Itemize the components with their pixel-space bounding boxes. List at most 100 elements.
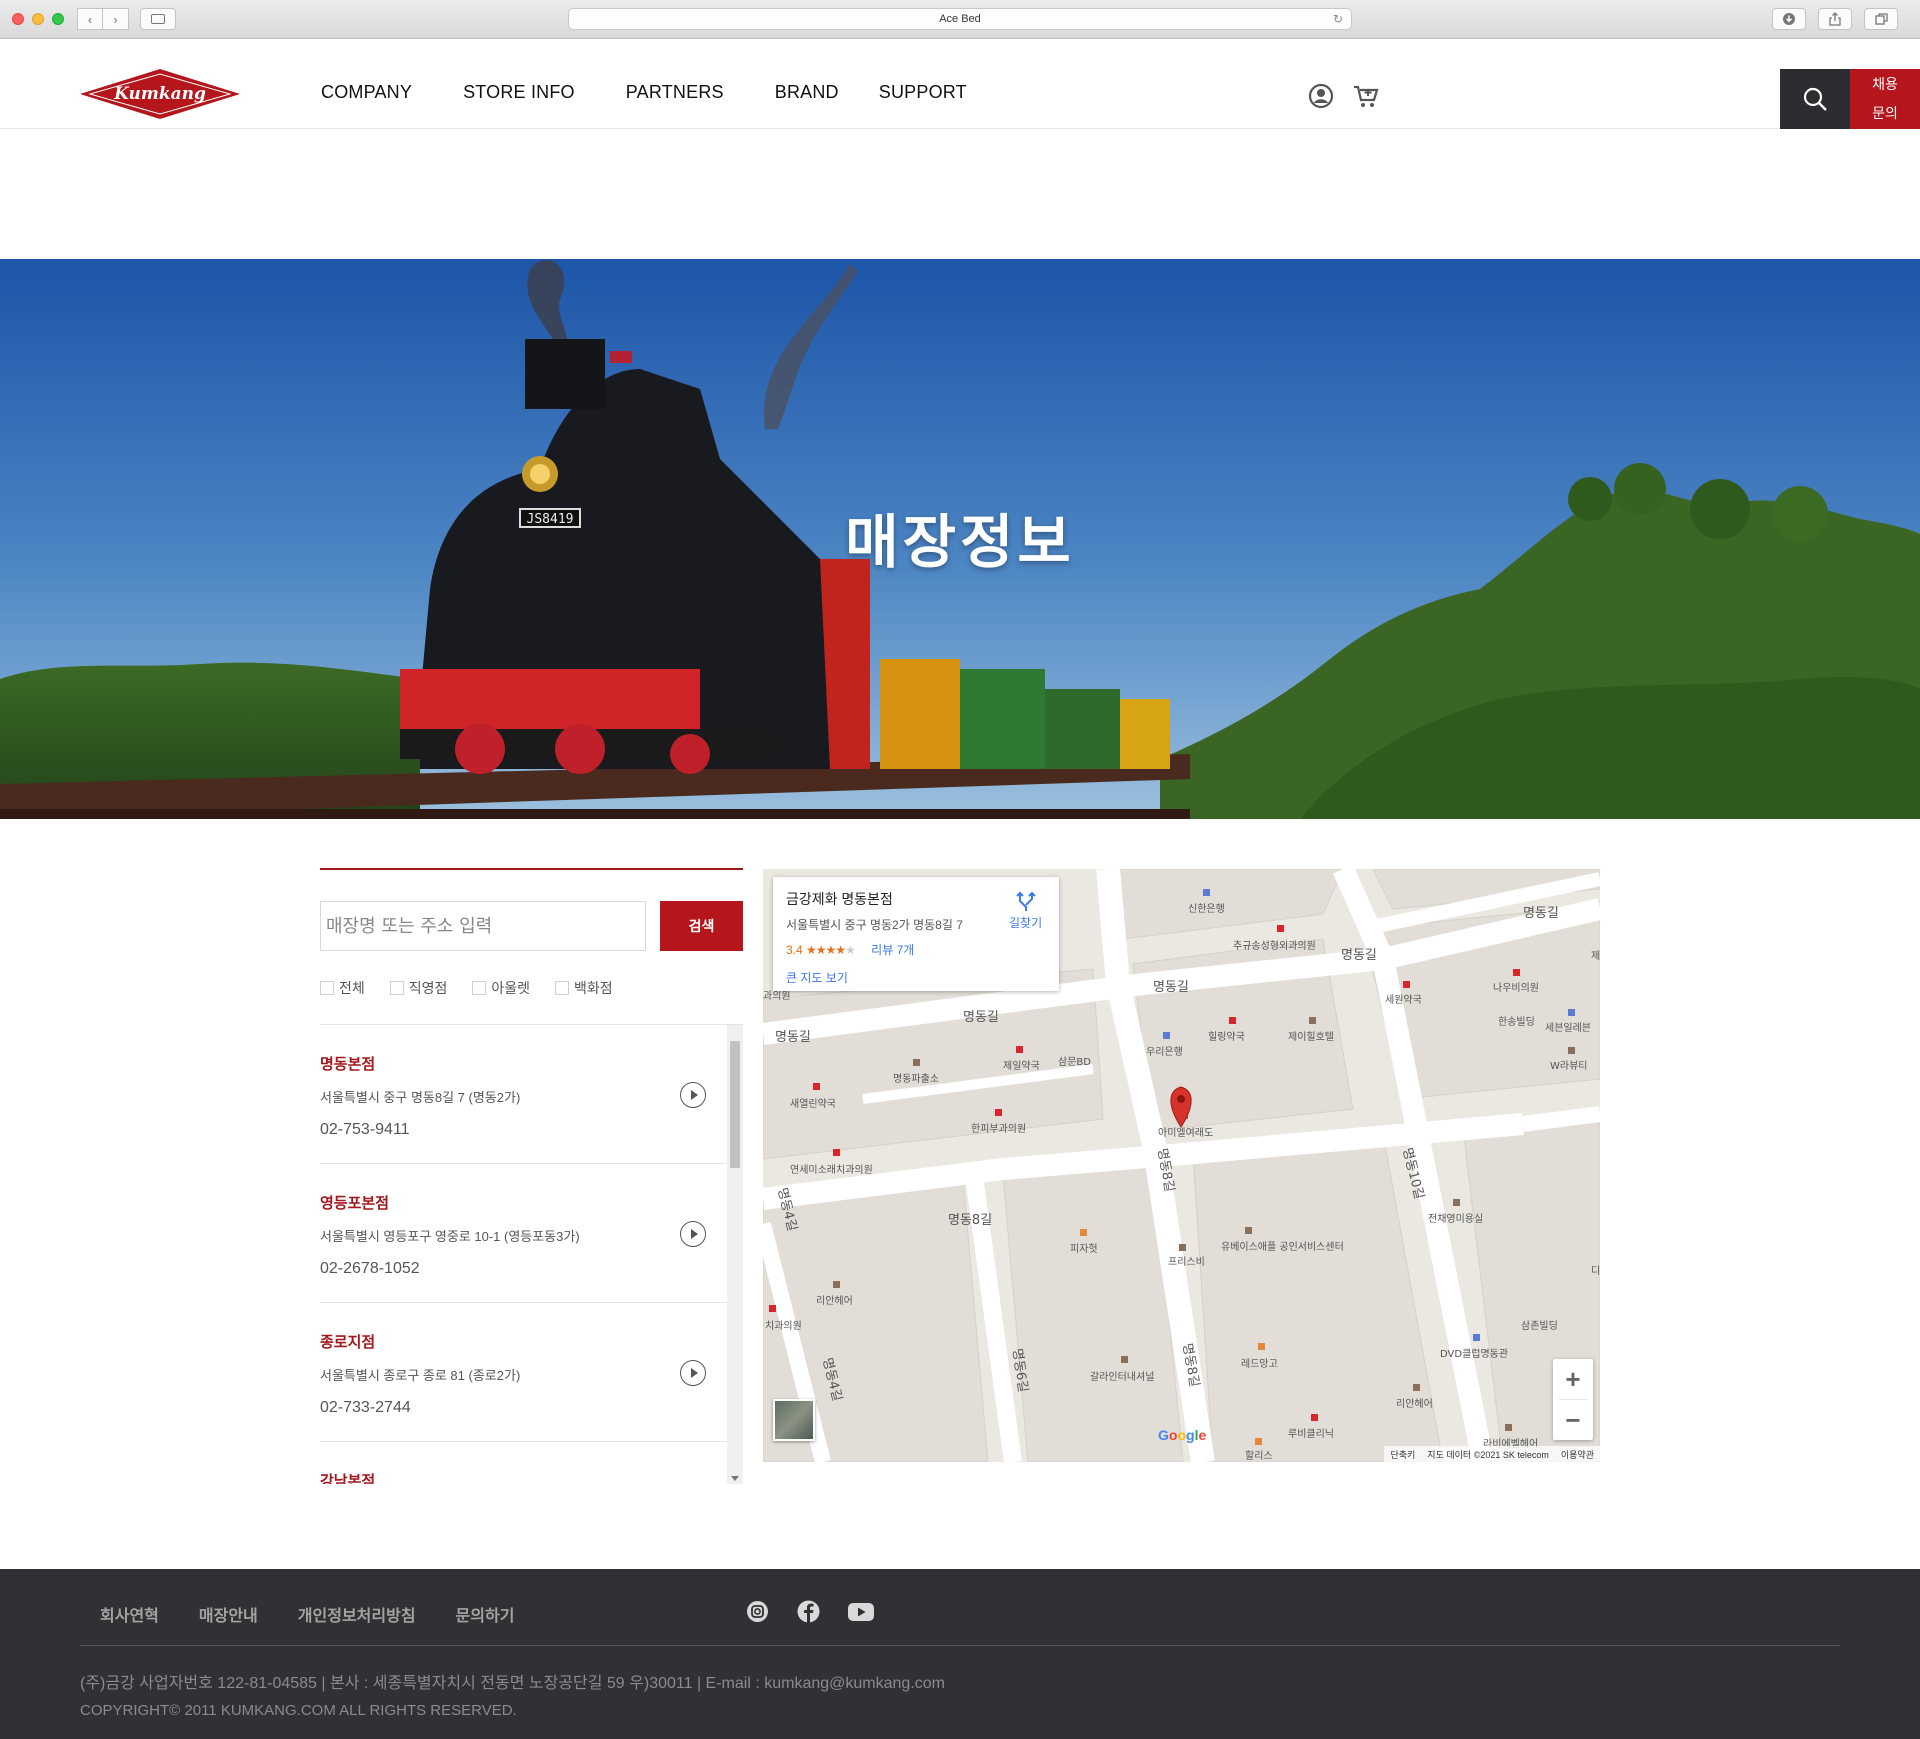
store-type-filters: 전체 직영점 아울렛 백화점	[320, 978, 638, 998]
minimize-window-button[interactable]	[32, 13, 44, 25]
scroll-down-arrow-icon[interactable]	[731, 1476, 739, 1481]
footer-link-contact[interactable]: 문의하기	[456, 1602, 515, 1626]
satellite-toggle-button[interactable]	[773, 1399, 815, 1441]
header-search-button[interactable]	[1780, 69, 1850, 129]
store-name: 영등포본점	[320, 1195, 390, 1212]
poi-label: 힐링약국	[1208, 1030, 1245, 1043]
filter-outlet[interactable]: 아울렛	[472, 978, 530, 998]
store-search-button[interactable]: 검색	[660, 901, 743, 951]
store-search-row: 검색	[320, 901, 743, 951]
filter-checkbox[interactable]	[555, 981, 570, 995]
poi-label: 유베이스애플 공인서비스센터	[1221, 1241, 1344, 1253]
street-label: 명동8길	[948, 1213, 992, 1228]
facebook-icon[interactable]	[796, 1599, 821, 1624]
filter-checkbox[interactable]	[389, 981, 404, 995]
nav-company[interactable]: COMPANY	[321, 82, 412, 103]
cart-icon[interactable]	[1352, 83, 1380, 109]
footer-link-history[interactable]: 회사연혁	[100, 1602, 159, 1626]
share-button[interactable]	[1818, 8, 1852, 30]
reviews-link[interactable]: 리뷰 7개	[871, 943, 914, 957]
store-list-item[interactable]: 명동본점 서울특별시 중구 명동8길 7 (명동2가) 02-753-9411	[320, 1025, 727, 1164]
sidebar-toggle-button[interactable]	[140, 8, 176, 30]
youtube-icon[interactable]	[847, 1599, 875, 1624]
poi-label: 한피부과의원	[971, 1123, 1026, 1135]
store-list[interactable]: 명동본점 서울특별시 중구 명동8길 7 (명동2가) 02-753-9411 …	[320, 1024, 743, 1484]
store-address: 서울특별시 중구 명동8길 7 (명동2가)	[320, 1090, 521, 1105]
filter-department-store[interactable]: 백화점	[555, 978, 613, 998]
poi-label: 삼문BD	[1058, 1056, 1091, 1068]
page-title: Ace Bed	[939, 13, 981, 25]
poi-label: 제이힐호텔	[1288, 1030, 1334, 1043]
main-nav: COMPANY STORE INFO PARTNERS BRAND SUPPOR…	[321, 82, 1018, 103]
nav-brand[interactable]: BRAND	[775, 82, 839, 103]
section-divider	[320, 868, 743, 870]
instagram-icon[interactable]	[745, 1599, 770, 1624]
store-detail-arrow-icon[interactable]	[680, 1221, 706, 1247]
kumkang-logo[interactable]: Kumkang	[78, 67, 242, 121]
filter-checkbox[interactable]	[472, 981, 487, 995]
poi-label: 아미엘여래도	[1158, 1126, 1213, 1139]
poi-label: 루비클리닉	[1288, 1428, 1334, 1440]
poi-label: 추규송성형외과의원	[1233, 940, 1316, 952]
inquiry-label: 문의	[1872, 105, 1898, 121]
share-icon	[1829, 12, 1841, 26]
poi-label: 리안헤어	[816, 1295, 853, 1307]
zoom-out-button[interactable]: −	[1553, 1400, 1593, 1440]
poi-label: 신한은행	[1188, 903, 1225, 915]
zoom-window-button[interactable]	[52, 13, 64, 25]
store-phone: 02-733-2744	[320, 1399, 411, 1416]
street-label: 명동길	[963, 1010, 999, 1025]
store-detail-arrow-icon[interactable]	[680, 1082, 706, 1108]
poi-label: 우리은행	[1146, 1046, 1183, 1058]
store-map[interactable]: 명동길 명동길 명동길 명동길 명동길 명동8길 명동8길 명동8길 명동4길 …	[763, 869, 1600, 1462]
filter-label: 아울렛	[491, 980, 531, 996]
store-list-item[interactable]: 영등포본점 서울특별시 영등포구 영중로 10-1 (영등포동3가) 02-26…	[320, 1164, 727, 1303]
rating-value: 3.4	[786, 943, 803, 957]
tabs-button[interactable]	[1864, 8, 1898, 30]
directions-icon	[1015, 891, 1036, 911]
store-list-item[interactable]: 강남본점	[320, 1442, 727, 1484]
search-icon	[1803, 87, 1827, 111]
store-detail-arrow-icon[interactable]	[680, 1360, 706, 1386]
poi-label: 전채영미용실	[1428, 1213, 1483, 1225]
download-icon	[1783, 13, 1795, 25]
zoom-in-button[interactable]: +	[1553, 1359, 1593, 1399]
filter-checkbox[interactable]	[320, 981, 334, 995]
reload-icon[interactable]: ↻	[1333, 12, 1343, 26]
address-bar[interactable]: Ace Bed ↻	[568, 8, 1352, 30]
poi-label: 리안헤어	[1396, 1398, 1433, 1410]
nav-store-info[interactable]: STORE INFO	[463, 82, 575, 103]
store-address: 서울특별시 종로구 종로 81 (종로2가)	[320, 1368, 521, 1383]
user-icon[interactable]	[1308, 83, 1334, 109]
large-map-link[interactable]: 큰 지도 보기	[786, 969, 1046, 986]
store-list-item[interactable]: 종로지점 서울특별시 종로구 종로 81 (종로2가) 02-733-2744	[320, 1303, 727, 1442]
store-list-scrollbar[interactable]	[727, 1025, 743, 1484]
poi-label: 세원약국	[1385, 994, 1422, 1006]
filter-all[interactable]: 전체	[320, 978, 365, 998]
nav-partners[interactable]: PARTNERS	[626, 82, 724, 103]
footer-link-store-guide[interactable]: 매장안내	[199, 1602, 258, 1626]
filter-direct[interactable]: 직영점	[389, 978, 448, 998]
poi-label: 제일약국	[1003, 1060, 1040, 1072]
scrollbar-thumb[interactable]	[730, 1041, 740, 1168]
poi-label: 삼존빌딩	[1521, 1320, 1558, 1332]
store-name: 강남본점	[320, 1473, 376, 1484]
recruit-inquiry-button[interactable]: 채용 문의	[1850, 69, 1920, 129]
company-info: (주)금강 사업자번호 122-81-04585 | 본사 : 세종특별자치시 …	[80, 1675, 945, 1692]
store-search-input[interactable]	[320, 901, 646, 951]
back-button[interactable]: ‹	[77, 8, 103, 30]
logo-diamond-icon: Kumkang	[80, 69, 240, 119]
street-label: 명동길	[775, 1030, 811, 1045]
close-window-button[interactable]	[12, 13, 24, 25]
social-links	[745, 1599, 875, 1624]
download-button[interactable]	[1772, 8, 1806, 30]
nav-support[interactable]: SUPPORT	[879, 82, 967, 103]
footer-link-privacy[interactable]: 개인정보처리방침	[298, 1602, 416, 1626]
keyboard-shortcuts-link[interactable]: 단축키	[1390, 1448, 1415, 1460]
directions-button[interactable]: 길찾기	[1009, 891, 1042, 931]
forward-button[interactable]: ›	[103, 8, 129, 30]
footer-divider	[80, 1645, 1840, 1646]
terms-link[interactable]: 이용약관	[1561, 1448, 1594, 1460]
store-name: 종로지점	[320, 1334, 376, 1351]
filter-label: 직영점	[408, 980, 448, 996]
